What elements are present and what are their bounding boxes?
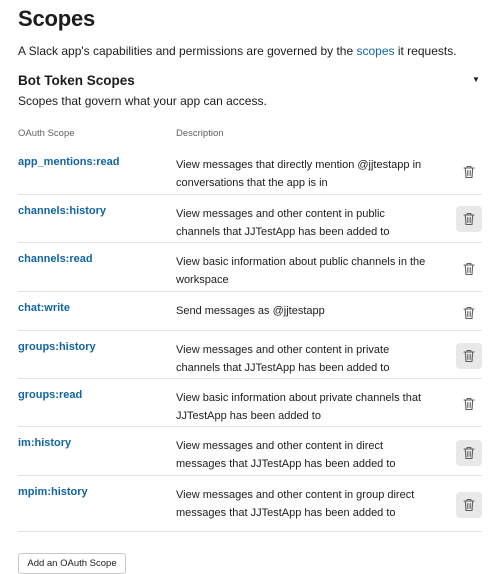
delete-scope-button[interactable]: [456, 159, 482, 185]
scope-name[interactable]: groups:read: [18, 389, 82, 401]
scope-name[interactable]: app_mentions:read: [18, 156, 119, 168]
scope-name[interactable]: groups:history: [18, 341, 96, 353]
scope-table: app_mentions:read View messages that dire…: [18, 146, 482, 532]
scope-description: Send messages as @jjtestapp: [176, 305, 325, 317]
scope-description: View basic information about private cha…: [176, 392, 421, 422]
trash-icon: [463, 165, 475, 179]
scope-row: groups:history View messages and other co…: [18, 331, 482, 379]
scope-description: View messages and other content in publi…: [176, 208, 390, 238]
trash-icon: [463, 397, 475, 411]
trash-icon: [463, 446, 475, 460]
trash-icon: [463, 349, 475, 363]
intro-text-after: it requests.: [394, 44, 457, 58]
column-header-description: Description: [176, 128, 224, 139]
delete-scope-button[interactable]: [456, 492, 482, 518]
delete-scope-button[interactable]: [456, 391, 482, 417]
scope-name[interactable]: channels:history: [18, 205, 106, 217]
scope-row: chat:write Send messages as @jjtestapp: [18, 292, 482, 331]
scope-description: View messages and other content in direc…: [176, 440, 396, 470]
page-title: Scopes: [18, 6, 96, 31]
add-oauth-scope-button[interactable]: Add an OAuth Scope: [18, 553, 126, 574]
scope-description: View messages and other content in priva…: [176, 344, 390, 374]
trash-icon: [463, 306, 475, 320]
delete-scope-button[interactable]: [456, 206, 482, 232]
section-subtitle: Scopes that govern what your app can acc…: [18, 94, 267, 108]
delete-scope-button[interactable]: [456, 300, 482, 326]
scope-row: im:history View messages and other conten…: [18, 427, 482, 476]
scope-name[interactable]: chat:write: [18, 302, 70, 314]
scope-name[interactable]: im:history: [18, 437, 71, 449]
trash-icon: [463, 498, 475, 512]
section-title: Bot Token Scopes: [18, 73, 135, 88]
delete-scope-button[interactable]: [456, 343, 482, 369]
scope-row: channels:history View messages and other …: [18, 195, 482, 243]
scope-row: mpim:history View messages and other cont…: [18, 476, 482, 532]
trash-icon: [463, 212, 475, 226]
scope-name[interactable]: channels:read: [18, 253, 93, 265]
intro-text-before: A Slack app's capabilities and permissio…: [18, 44, 357, 58]
scope-row: app_mentions:read View messages that dire…: [18, 146, 482, 195]
scope-description: View messages and other content in group…: [176, 489, 415, 519]
delete-scope-button[interactable]: [456, 256, 482, 282]
column-header-scope: OAuth Scope: [18, 128, 75, 139]
scope-description: View messages that directly mention @jjt…: [176, 159, 422, 189]
scope-description: View basic information about public chan…: [176, 256, 426, 286]
scope-name[interactable]: mpim:history: [18, 486, 88, 498]
scope-row: groups:read View basic information about …: [18, 379, 482, 427]
scopes-link[interactable]: scopes: [356, 44, 394, 58]
scope-row: channels:read View basic information abou…: [18, 243, 482, 292]
trash-icon: [463, 262, 475, 276]
page-intro: A Slack app's capabilities and permissio…: [18, 44, 457, 58]
collapse-caret-icon[interactable]: ▼: [470, 75, 482, 85]
delete-scope-button[interactable]: [456, 440, 482, 466]
